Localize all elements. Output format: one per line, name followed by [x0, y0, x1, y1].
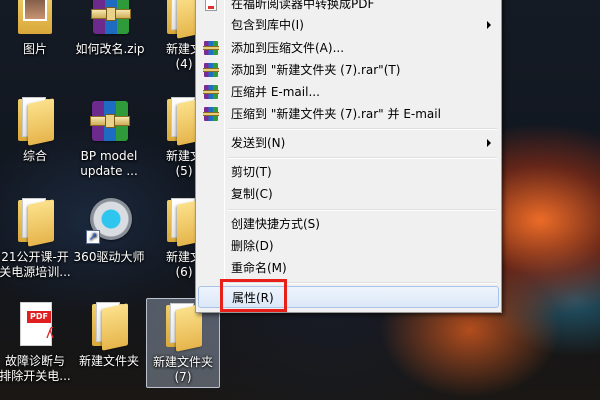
winrar-icon [203, 40, 219, 56]
desktop-icon-label: 综合 [22, 149, 47, 163]
desktop-icon-label: BP model update ... [80, 149, 138, 178]
desktop-icon-label: 360驱动大师 [73, 250, 145, 264]
menu-item-convert-pdf[interactable]: 在福昕阅读器中转换成PDF [198, 0, 499, 15]
winrar-icon [203, 106, 219, 122]
context-menu: 在福昕阅读器中转换成PDF 包含到库中(I) 添加到压缩文件(A)... 添加到… [195, 0, 502, 313]
desktop-icon-label: 新建文件夹 [78, 354, 139, 368]
winrar-archive-icon [83, 0, 137, 38]
menu-item-create-shortcut[interactable]: 创建快捷方式(S) [198, 213, 499, 235]
submenu-arrow-icon [487, 139, 491, 147]
menu-separator [228, 157, 497, 159]
folder-icon [8, 95, 62, 146]
folder-icon [8, 196, 62, 247]
desktop-icon-new-folder[interactable]: 新建文件夹 [72, 300, 146, 369]
menu-item-add-to-archive[interactable]: 添加到压缩文件(A)... [198, 37, 499, 59]
winrar-icon [203, 62, 219, 78]
menu-item-add-to-rar[interactable]: 添加到 "新建文件夹 (7).rar"(T) [198, 59, 499, 81]
menu-item-rename[interactable]: 重命名(M) [198, 257, 499, 279]
desktop-icon-pictures[interactable]: 图片 [0, 0, 72, 57]
shortcut-arrow-icon: ↗ [86, 230, 100, 244]
desktop-icon-360-driver[interactable]: ↗ 360驱动大师 [72, 196, 146, 265]
menu-separator [228, 128, 497, 130]
foxit-pdf-icon [203, 0, 219, 12]
gear-icon: ↗ [82, 196, 136, 246]
menu-item-send-to[interactable]: 发送到(N) [198, 132, 499, 154]
submenu-arrow-icon [487, 21, 491, 29]
highlight-annotation-box [220, 279, 287, 312]
menu-item-compress-email[interactable]: 压缩并 E-mail... [198, 81, 499, 103]
menu-item-compress-rar-email[interactable]: 压缩到 "新建文件夹 (7).rar" 并 E-mail [198, 103, 499, 125]
pictures-folder-icon [8, 0, 62, 38]
menu-separator [228, 209, 497, 211]
pdf-icon: PDF ʎ [8, 300, 62, 350]
desktop-icon-label: 故障诊断与 排除开关电... [0, 354, 71, 383]
desktop-icon-label: 新建文件夹 (7) [152, 355, 213, 384]
desktop-icon-open-course[interactable]: 21公开课-开 关电源培训... [0, 196, 74, 280]
winrar-archive-icon [82, 95, 136, 145]
folder-icon [82, 300, 136, 351]
desktop-icon-zonghe[interactable]: 综合 [0, 95, 72, 164]
menu-item-cut[interactable]: 剪切(T) [198, 161, 499, 183]
desktop-icon-bp-model[interactable]: BP model update ... [72, 95, 146, 179]
menu-item-copy[interactable]: 复制(C) [198, 183, 499, 205]
menu-item-delete[interactable]: 删除(D) [198, 235, 499, 257]
desktop-icon-label: 21公开课-开 关电源培训... [0, 250, 71, 279]
desktop-icon-label: 图片 [22, 42, 47, 56]
desktop-icon-pdf-document[interactable]: PDF ʎ 故障诊断与 排除开关电... [0, 300, 72, 384]
desktop-icon-label: 如何改名.zip [75, 42, 145, 56]
menu-item-include-library[interactable]: 包含到库中(I) [198, 14, 499, 36]
winrar-icon [203, 84, 219, 100]
desktop-icon-rename-zip[interactable]: 如何改名.zip [70, 0, 150, 57]
